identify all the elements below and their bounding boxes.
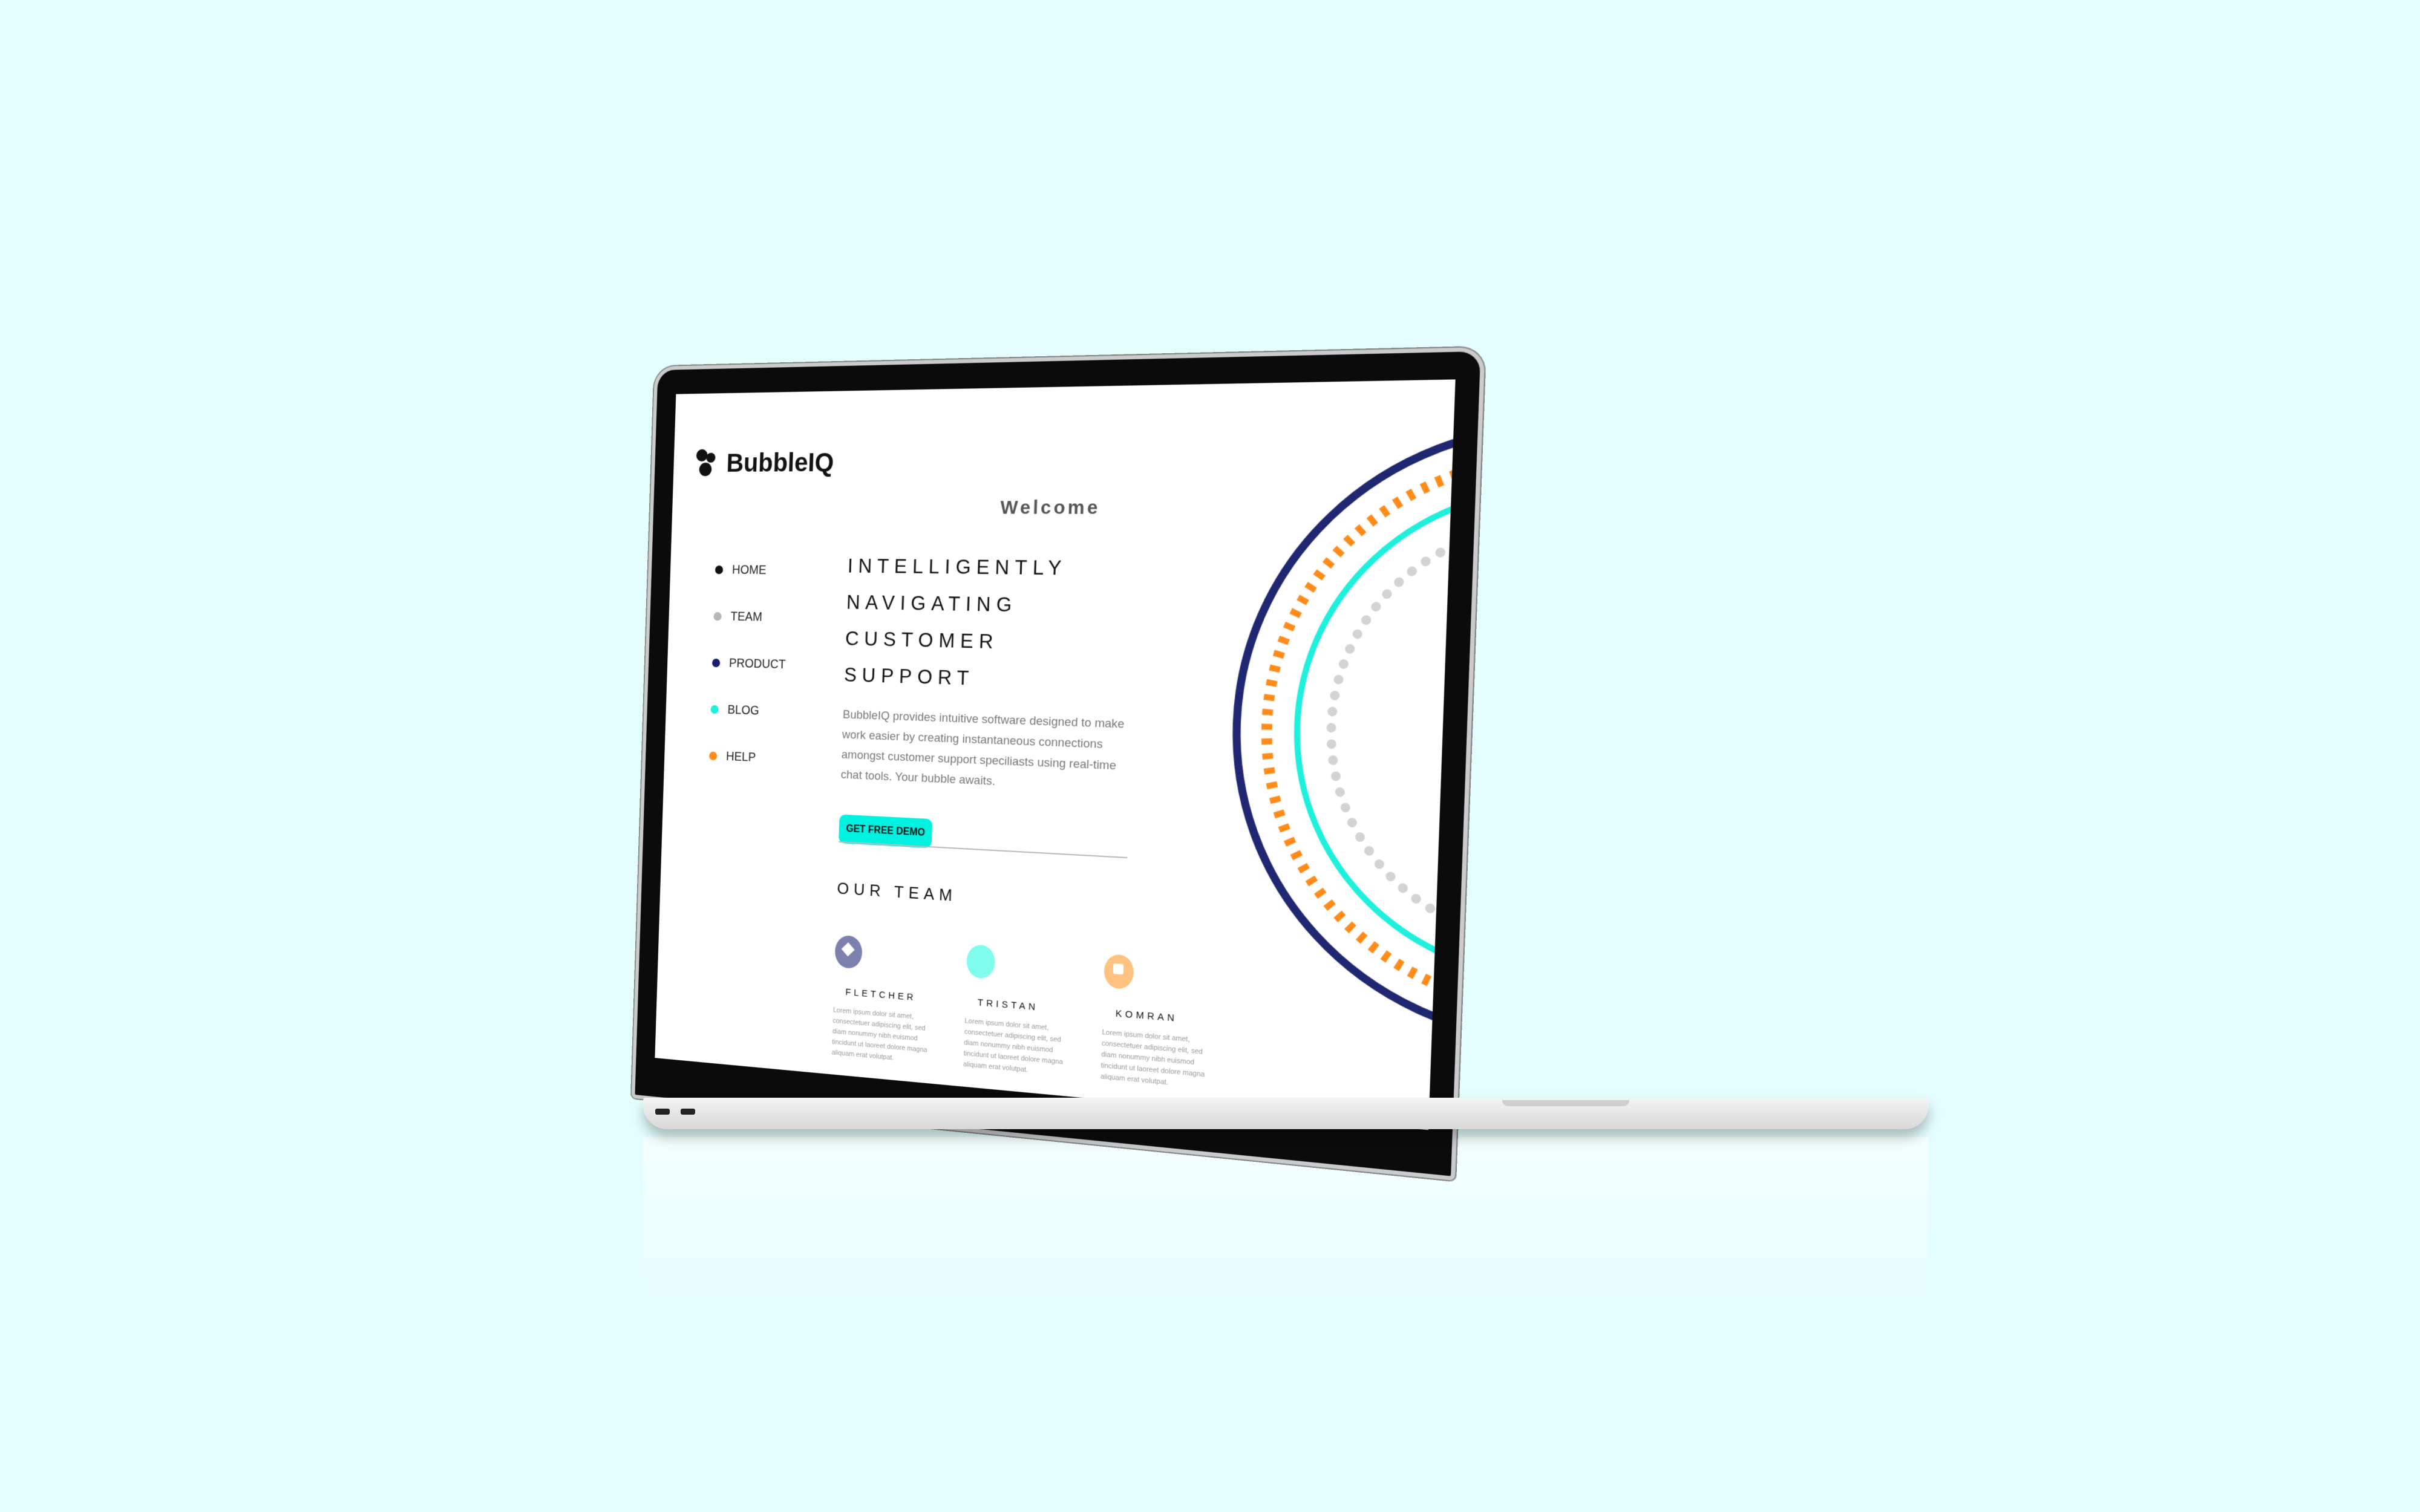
team-member-card: FLETCHER Lorem ipsum dolor sit amet, con…	[831, 934, 937, 1067]
avatar	[1104, 953, 1134, 990]
lid-notch	[1502, 1100, 1629, 1106]
avatar	[966, 943, 996, 980]
nav-label: TEAM	[730, 609, 763, 624]
hero-description: BubbleIQ provides intuitive software des…	[840, 708, 1125, 789]
dot-icon	[710, 705, 719, 714]
usb-c-port-icon	[655, 1109, 670, 1115]
nav-label: HOME	[731, 562, 767, 577]
nav-item-blog[interactable]: BLOG	[710, 686, 785, 735]
laptop-base	[643, 1098, 1929, 1129]
nav-label: PRODUCT	[728, 656, 786, 671]
brand-name: BubbleIQ	[725, 447, 835, 478]
team-list: FLETCHER Lorem ipsum dolor sit amet, con…	[831, 934, 1215, 1093]
dot-icon	[715, 565, 724, 575]
nav-label: BLOG	[727, 703, 760, 718]
nav-item-home[interactable]: HOME	[715, 547, 790, 595]
member-name: TRISTAN	[977, 997, 1039, 1013]
headline-line: INTELLIGENTLY	[847, 554, 1068, 579]
team-member-card: TRISTAN Lorem ipsum dolor sit amet, cons…	[963, 943, 1073, 1080]
headline-line: CUSTOMER SUPPORT	[843, 627, 999, 690]
usb-c-port-icon	[681, 1109, 695, 1115]
nav-item-help[interactable]: HELP	[708, 732, 783, 782]
laptop-lid: BubbleIQ Welcome HOME TEAM PRODUCT BLOG …	[631, 347, 1485, 1181]
nav-item-team[interactable]: TEAM	[713, 593, 788, 642]
dot-icon	[711, 658, 721, 668]
member-bio: Lorem ipsum dolor sit amet, consectetuer…	[963, 1017, 1064, 1074]
dot-icon	[708, 751, 718, 761]
welcome-heading: Welcome	[999, 497, 1101, 519]
website-screen: BubbleIQ Welcome HOME TEAM PRODUCT BLOG …	[655, 379, 1456, 1130]
brand-logo[interactable]: BubbleIQ	[696, 448, 834, 478]
member-bio: Lorem ipsum dolor sit amet, consectetuer…	[1100, 1028, 1205, 1087]
laptop-reflection	[643, 1137, 1929, 1318]
team-member-card: KOMRAN Lorem ipsum dolor sit amet, conse…	[1100, 953, 1215, 1092]
team-heading: OUR TEAM	[837, 878, 958, 905]
hero-section: INTELLIGENTLY NAVIGATING CUSTOMER SUPPOR…	[839, 547, 1138, 859]
member-bio: Lorem ipsum dolor sit amet, consectetuer…	[831, 1006, 927, 1062]
side-nav: HOME TEAM PRODUCT BLOG HELP	[708, 547, 790, 783]
nav-item-product[interactable]: PRODUCT	[711, 639, 786, 688]
turquoise-ring	[1289, 489, 1456, 996]
dot-icon	[713, 611, 722, 621]
avatar	[834, 934, 863, 969]
member-name: FLETCHER	[845, 986, 917, 1003]
hero-headline: INTELLIGENTLY NAVIGATING CUSTOMER SUPPOR…	[843, 547, 1138, 702]
nav-label: HELP	[725, 749, 756, 764]
member-name: KOMRAN	[1115, 1008, 1178, 1025]
navy-ring	[1226, 423, 1455, 1057]
headline-line: NAVIGATING	[846, 590, 1018, 616]
bubbles-logo-icon	[696, 449, 722, 477]
laptop: BubbleIQ Welcome HOME TEAM PRODUCT BLOG …	[631, 347, 1485, 1181]
